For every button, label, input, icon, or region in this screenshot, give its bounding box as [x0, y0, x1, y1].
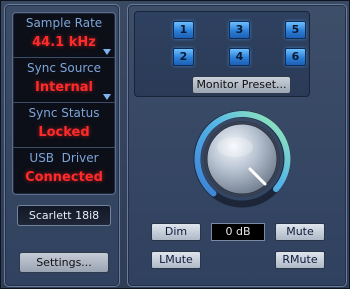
sync-source-value[interactable]: Internal: [13, 80, 115, 95]
settings-button[interactable]: Settings...: [19, 252, 109, 273]
monitor-preset-button[interactable]: Monitor Preset...: [192, 76, 291, 94]
preset-button-5[interactable]: 5: [285, 21, 306, 39]
monitor-level-display: 0 dB: [211, 223, 265, 241]
sync-status-value: Locked: [38, 125, 90, 140]
device-name-display: Scarlett 18i8: [17, 205, 111, 226]
preset-button-4[interactable]: 4: [229, 48, 250, 66]
monitor-control-window: Sample Rate 44.1 kHz Sync Source Interna…: [0, 0, 350, 289]
preset-button-2[interactable]: 2: [173, 48, 194, 66]
usb-driver-value: Connected: [25, 170, 103, 185]
dim-button[interactable]: Dim: [151, 223, 201, 241]
rmute-button[interactable]: RMute: [275, 251, 325, 269]
monitor-preset-group: 1 2 3 4 5 6 Monitor Preset...: [134, 11, 310, 97]
monitor-panel: 1 2 3 4 5 6 Monitor Preset... 0 dB Dim M…: [127, 4, 347, 287]
sync-source-label: Sync Source: [27, 61, 101, 75]
sync-status-label: Sync Status: [28, 106, 100, 120]
status-display: Sample Rate 44.1 kHz Sync Source Interna…: [12, 12, 116, 195]
sample-rate-label: Sample Rate: [25, 16, 103, 30]
lmute-button[interactable]: LMute: [151, 251, 201, 269]
usb-driver-label: USB Driver: [29, 151, 99, 165]
sample-rate-block[interactable]: Sample Rate 44.1 kHz: [13, 13, 115, 58]
volume-knob-icon[interactable]: [192, 109, 292, 209]
mute-button[interactable]: Mute: [275, 223, 325, 241]
usb-driver-block: USB Driver Connected: [13, 148, 115, 193]
preset-button-6[interactable]: 6: [285, 48, 306, 66]
preset-button-3[interactable]: 3: [229, 21, 250, 39]
sync-status-block: Sync Status Locked: [13, 103, 115, 148]
chevron-down-icon[interactable]: [103, 49, 111, 55]
device-status-panel: Sample Rate 44.1 kHz Sync Source Interna…: [4, 4, 120, 287]
chevron-down-icon[interactable]: [103, 94, 111, 100]
sample-rate-value[interactable]: 44.1 kHz: [13, 35, 115, 50]
volume-knob[interactable]: [192, 109, 292, 209]
preset-button-1[interactable]: 1: [173, 21, 194, 39]
sync-source-block[interactable]: Sync Source Internal: [13, 58, 115, 103]
